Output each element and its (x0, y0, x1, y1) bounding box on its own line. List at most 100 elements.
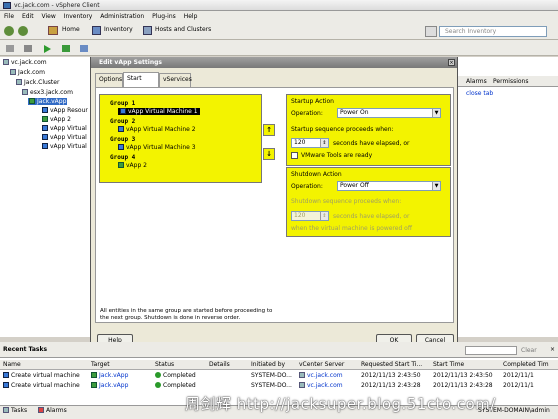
task-vcenter[interactable]: vc.jack.com (299, 372, 343, 379)
menu-help[interactable]: Help (184, 13, 198, 20)
column-header[interactable]: Status (155, 361, 174, 368)
vapp-icon (118, 162, 124, 168)
vm-icon (118, 126, 124, 132)
tab-vservices[interactable]: vServices (159, 73, 192, 87)
menu-administration[interactable]: Administration (100, 13, 144, 20)
list-item[interactable]: vApp Virtual Machine 3 (118, 144, 196, 151)
column-header[interactable]: Completed Tim (503, 361, 549, 368)
tab-start-order[interactable]: Start Order (123, 72, 159, 94)
task-start: 2012/11/13 2:43:50 (433, 372, 493, 379)
vcenter-icon (3, 59, 9, 65)
nav-home[interactable]: Home (62, 26, 80, 33)
vm-icon (42, 134, 48, 140)
tree-item-host[interactable]: esx3.jack.com (22, 89, 73, 96)
list-item[interactable]: vApp Virtual Machine 2 (118, 126, 196, 133)
move-down-button[interactable]: ↓ (263, 148, 275, 160)
play-icon[interactable] (44, 45, 51, 53)
tree-item-child[interactable]: vApp Resour (42, 107, 88, 114)
hosts-clusters-icon (143, 26, 152, 35)
tasks-filter-input[interactable] (465, 346, 517, 355)
dialog-title: Edit vApp Settings (91, 57, 457, 68)
inventory-icon (92, 26, 101, 35)
group-label[interactable]: Group 1 (110, 100, 135, 107)
task-vcenter[interactable]: vc.jack.com (299, 382, 343, 389)
shutdown-header: Shutdown Action (291, 171, 342, 178)
menu-view[interactable]: View (42, 13, 56, 20)
group-label[interactable]: Group 2 (110, 118, 135, 125)
clear-link[interactable]: Clear (521, 347, 537, 354)
column-header[interactable]: vCenter Server (299, 361, 344, 368)
start-order-group-list[interactable]: Group 1 vApp Virtual Machine 1 Group 2 v… (99, 94, 262, 183)
move-up-button[interactable]: ↑ (263, 124, 275, 136)
menu-inventory[interactable]: Inventory (64, 13, 93, 20)
close-tab-link[interactable]: close tab (466, 90, 493, 97)
table-row[interactable]: Create virtual machine (3, 372, 80, 379)
column-header[interactable]: Initiated by (251, 361, 285, 368)
tree-item-child[interactable]: vApp Virtual (42, 125, 87, 132)
task-requested: 2012/11/13 2:43:28 (361, 382, 421, 389)
task-initiator: SYSTEM-DO... (251, 382, 292, 389)
tree-item-child[interactable]: vApp Virtual (42, 143, 87, 150)
vmware-tools-checkbox[interactable] (291, 152, 298, 159)
home-icon[interactable] (48, 26, 58, 35)
search-scope-icon[interactable] (425, 26, 437, 37)
group-label[interactable]: Group 4 (110, 154, 135, 161)
column-header[interactable]: Name (3, 361, 21, 368)
vm-icon (118, 144, 124, 150)
startup-operation-select[interactable]: Power On ▼ (337, 108, 441, 118)
nav-inventory[interactable]: Inventory (104, 26, 133, 33)
task-icon (3, 372, 9, 378)
task-target[interactable]: Jack.vApp (91, 372, 128, 379)
vapp-icon (42, 116, 48, 122)
check-icon (155, 382, 161, 388)
tree-item-datacenter[interactable]: Jack.com (10, 69, 45, 76)
startup-operation-label: Operation: (291, 110, 323, 117)
tab-alarms[interactable]: Alarms (466, 78, 487, 85)
group-label[interactable]: Group 3 (110, 136, 135, 143)
menu-edit[interactable]: Edit (22, 13, 34, 20)
app-icon (3, 2, 11, 9)
column-header[interactable]: Target (91, 361, 110, 368)
table-row[interactable]: Create virtual machine (3, 382, 80, 389)
column-header[interactable]: Requested Start Ti... (361, 361, 422, 368)
forward-icon[interactable] (18, 26, 28, 36)
window-title: vc.jack.com - vSphere Client (0, 0, 558, 11)
shutdown-operation-label: Operation: (291, 183, 323, 190)
alarms-button[interactable]: Alarms (38, 407, 67, 414)
list-item[interactable]: vApp Virtual Machine 1 (118, 108, 200, 115)
pause-icon[interactable] (6, 45, 14, 52)
vapp-icon (91, 382, 97, 388)
menu-file[interactable]: File (4, 13, 14, 20)
task-initiator: SYSTEM-DO... (251, 372, 292, 379)
task-requested: 2012/11/13 2:43:50 (361, 372, 421, 379)
column-header[interactable]: Details (209, 361, 230, 368)
refresh-icon[interactable] (62, 45, 70, 52)
back-icon[interactable] (4, 26, 14, 36)
menu-plugins[interactable]: Plug-ins (152, 13, 176, 20)
resource-pool-icon (42, 107, 48, 113)
tree-item-child[interactable]: vApp 2 (42, 116, 71, 123)
close-icon[interactable]: × (448, 59, 455, 66)
nav-hosts-clusters[interactable]: Hosts and Clusters (155, 26, 211, 33)
tab-options[interactable]: Options (95, 73, 123, 87)
close-icon[interactable]: × (549, 346, 556, 353)
stop-icon[interactable] (24, 45, 32, 52)
task-target[interactable]: Jack.vApp (91, 382, 128, 389)
list-item[interactable]: vApp 2 (118, 162, 147, 169)
startup-seconds-stepper[interactable]: 120 ⇕ (291, 138, 329, 148)
tree-item-child[interactable]: vApp Virtual (42, 134, 87, 141)
vapp-icon (91, 372, 97, 378)
column-header[interactable]: Start Time (433, 361, 464, 368)
startup-header: Startup Action (291, 98, 334, 105)
shutdown-seconds-stepper: 120 ⇕ (291, 211, 329, 221)
tree-item-cluster[interactable]: Jack.Cluster (16, 79, 59, 86)
tab-permissions[interactable]: Permissions (493, 78, 529, 85)
search-input[interactable]: Search Inventory (439, 26, 547, 37)
start-order-notice: All entities in the same group are start… (100, 308, 273, 321)
tree-item-vcenter[interactable]: vc.jack.com (3, 59, 47, 66)
tasks-button[interactable]: Tasks (3, 407, 27, 414)
startup-action-group: Startup Action Operation: Power On ▼ Star… (286, 94, 451, 166)
tree-item-vapp[interactable]: Jack.vApp (28, 98, 68, 105)
shutdown-operation-select[interactable]: Power Off ▼ (337, 181, 441, 191)
console-icon[interactable] (80, 45, 88, 52)
